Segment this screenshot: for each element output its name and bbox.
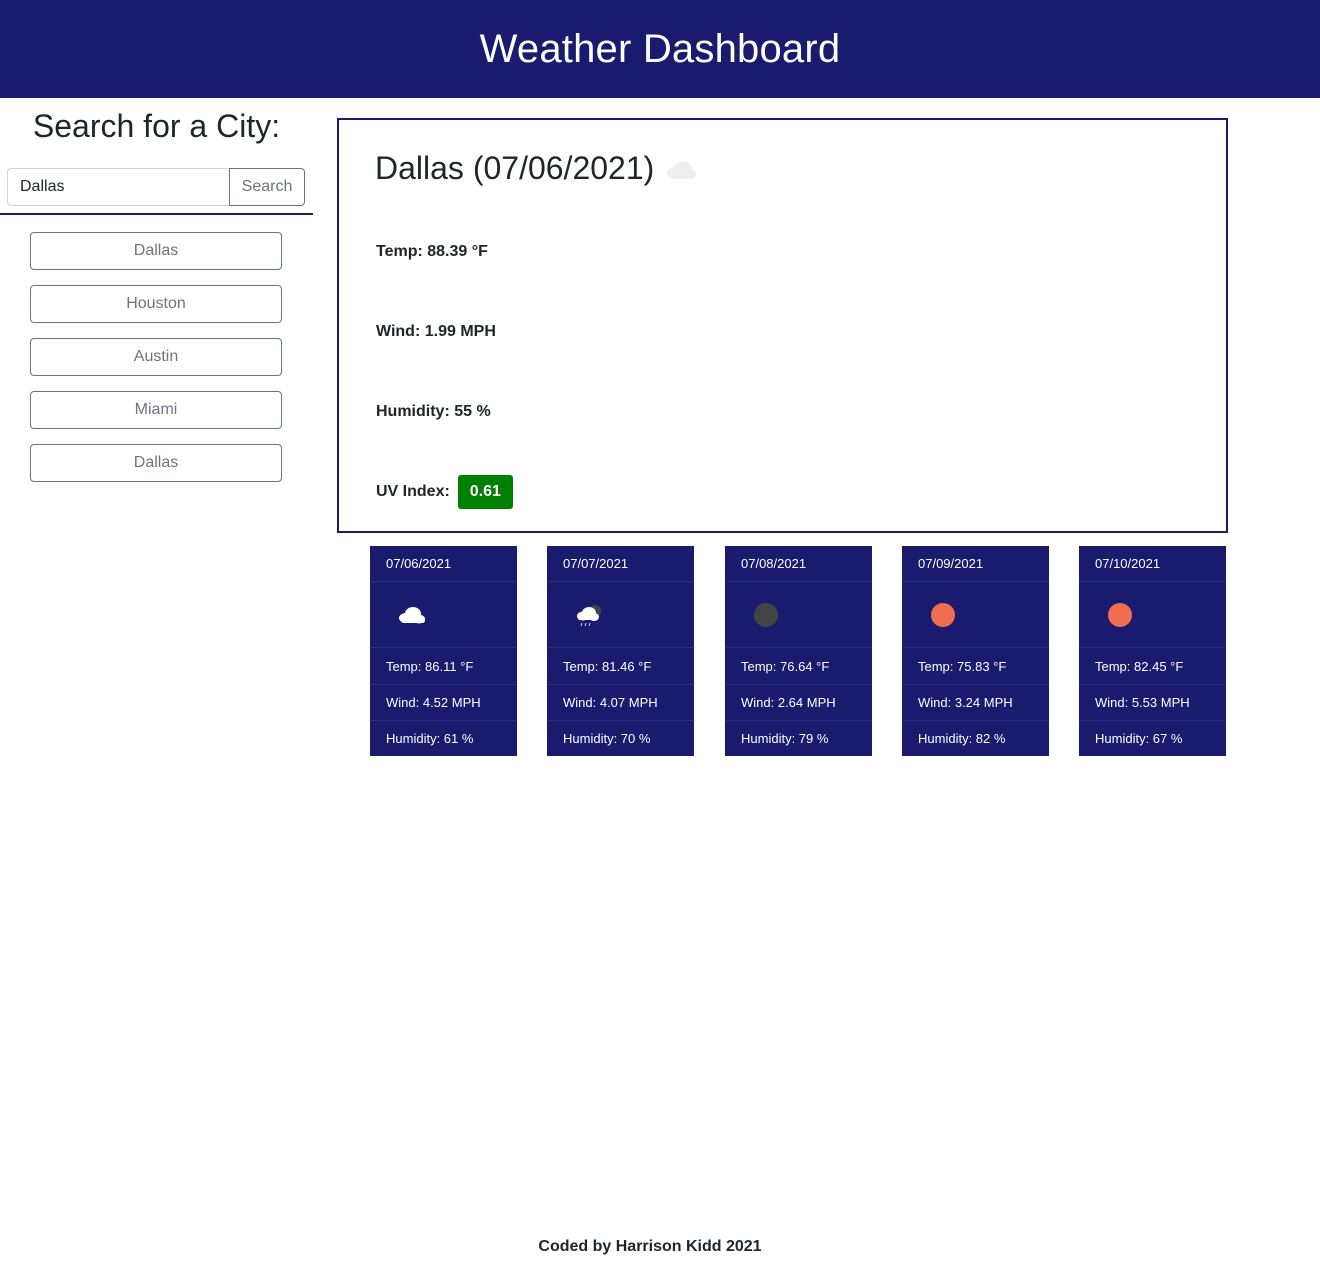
forecast-divider [725,720,872,721]
current-wind: Wind: 1.99 MPH [376,323,496,340]
forecast-card: 07/08/2021 Temp: 76.64 °F Wind: 2.64 MPH… [725,546,872,756]
forecast-humidity: Humidity: 79 % [741,731,829,746]
forecast-divider [902,684,1049,685]
current-weather-card: Dallas (07/06/2021) Temp: 88.39 °F Wind:… [337,118,1228,533]
current-title-row: Dallas (07/06/2021) [375,150,698,187]
uv-index-label: UV Index: [376,483,450,500]
forecast-wind: Wind: 4.52 MPH [386,695,481,710]
forecast-date: 07/08/2021 [741,556,807,571]
sun-icon [1103,596,1139,632]
forecast-date: 07/06/2021 [386,556,452,571]
forecast-divider [547,720,694,721]
forecast-divider [902,647,1049,648]
forecast-divider [370,720,517,721]
page-title: Weather Dashboard [479,26,841,71]
uv-index-badge: 0.61 [457,475,513,509]
search-button[interactable]: Search [229,168,305,206]
forecast-divider [1079,647,1226,648]
cloud-icon [394,596,430,632]
forecast-divider [1079,581,1226,582]
forecast-wind: Wind: 4.07 MPH [563,695,658,710]
forecast-divider [370,647,517,648]
page-header: Weather Dashboard [0,0,1320,98]
history-button[interactable]: Houston [30,285,282,323]
search-history: Dallas Houston Austin Miami Dallas [30,232,282,497]
sun-icon [926,596,962,632]
forecast-divider [725,581,872,582]
cloud-icon [664,159,698,186]
forecast-divider [370,581,517,582]
forecast-divider [547,684,694,685]
forecast-humidity: Humidity: 82 % [918,731,1006,746]
city-search-input[interactable] [7,168,229,206]
sidebar: Search for a City: Search Dallas Houston… [0,98,313,482]
forecast-wind: Wind: 2.64 MPH [741,695,836,710]
history-button[interactable]: Dallas [30,232,282,270]
uv-index-row: UV Index: 0.61 [376,475,513,509]
forecast-date: 07/10/2021 [1095,556,1161,571]
forecast-card: 07/07/2021 Temp: 81.46 °F Wind: 4.07 MPH… [547,546,694,756]
history-button[interactable]: Dallas [30,444,282,482]
forecast-temp: Temp: 76.64 °F [741,659,830,674]
forecast-temp: Temp: 75.83 °F [918,659,1007,674]
forecast-divider [1079,720,1226,721]
forecast-wind: Wind: 5.53 MPH [1095,695,1190,710]
forecast-card: 07/10/2021 Temp: 82.45 °F Wind: 5.53 MPH… [1079,546,1226,756]
rain-night-icon [571,596,607,632]
search-form: Search [7,168,305,206]
forecast-card: 07/06/2021 Temp: 86.11 °F Wind: 4.52 MPH… [370,546,517,756]
history-button[interactable]: Miami [30,391,282,429]
forecast-divider [547,581,694,582]
forecast-divider [547,647,694,648]
forecast-humidity: Humidity: 70 % [563,731,651,746]
search-heading: Search for a City: [32,108,281,144]
forecast-divider [725,684,872,685]
current-city-date: Dallas (07/06/2021) [375,150,655,186]
night-clear-icon [749,596,785,632]
forecast-wind: Wind: 3.24 MPH [918,695,1013,710]
history-button[interactable]: Austin [30,338,282,376]
forecast-temp: Temp: 86.11 °F [386,659,474,674]
forecast-divider [902,581,1049,582]
forecast-temp: Temp: 81.46 °F [563,659,652,674]
current-humidity: Humidity: 55 % [376,403,491,420]
current-temp: Temp: 88.39 °F [376,243,488,260]
forecast-temp: Temp: 82.45 °F [1095,659,1184,674]
forecast-divider [902,720,1049,721]
sidebar-divider [0,213,313,215]
forecast-divider [725,647,872,648]
forecast-date: 07/09/2021 [918,556,984,571]
forecast-divider [370,684,517,685]
page-footer: Coded by Harrison Kidd 2021 [538,1238,762,1255]
forecast-card: 07/09/2021 Temp: 75.83 °F Wind: 3.24 MPH… [902,546,1049,756]
forecast-divider [1079,684,1226,685]
forecast-date: 07/07/2021 [563,556,629,571]
forecast-humidity: Humidity: 67 % [1095,731,1183,746]
forecast-humidity: Humidity: 61 % [386,731,474,746]
